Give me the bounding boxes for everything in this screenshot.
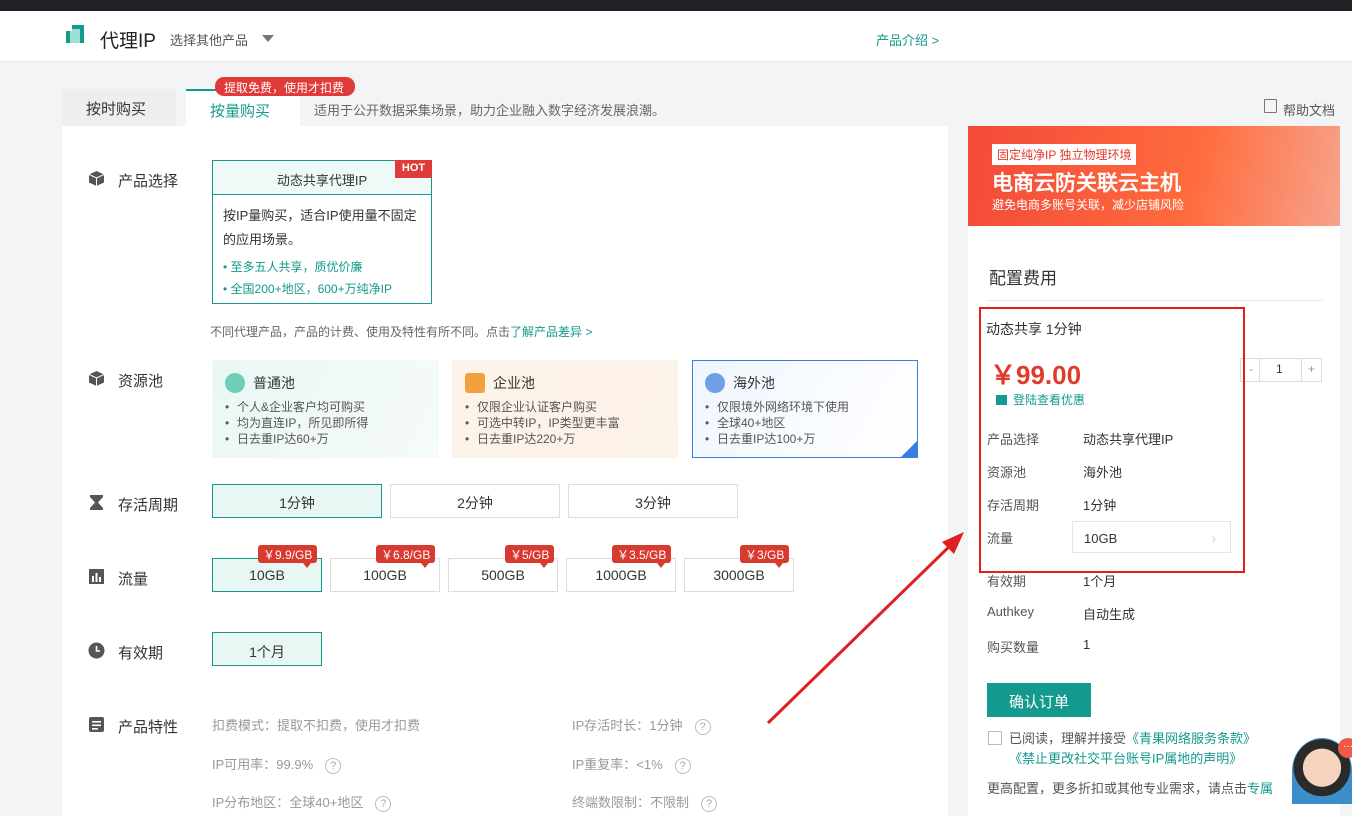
pool-card-normal[interactable]: 普通池 个人&企业客户均可购买 均为直连IP，所见即所得 日去重IP达60+万 [212,360,438,458]
divider [1301,359,1302,381]
hot-badge: HOT [395,160,432,178]
pool-normal-icon [225,373,245,393]
pool-enterprise-icon [465,373,485,393]
product-card-desc: 按IP量购买，适合IP使用量不固定的应用场景。 [223,208,417,247]
list-item: 全球40+地区 [705,415,905,431]
brand-title: 代理IP [100,31,156,52]
row-label-valid: 有效期 [118,645,164,662]
list-item: 日去重IP达60+万 [225,431,425,447]
feature-item: IP可用率：99.9%? [212,754,342,774]
help-question-icon[interactable]: ? [694,719,711,735]
pool-title: 海外池 [733,375,775,391]
row-label-features: 产品特性 [118,719,179,736]
product-difference-link[interactable]: 了解产品差异 > [510,325,592,339]
pool-title: 企业池 [493,375,535,391]
valid-option-1month[interactable]: 1个月 [212,632,322,666]
product-card-dynamic-shared[interactable]: 动态共享代理IP HOT 按IP量购买，适合IP使用量不固定的应用场景。 • 至… [212,160,432,304]
help-doc-link[interactable]: 帮助文档 [1283,100,1335,119]
help-question-icon[interactable]: ? [375,796,392,812]
config-value: 1 [1083,637,1091,652]
list-item: 日去重IP达220+万 [465,431,665,447]
hourglass-icon [90,495,103,510]
selected-check-icon [900,440,918,458]
window-top-bar [0,0,1352,11]
tab-time-purchase[interactable]: 按时购买 [62,89,176,126]
config-value: 1个月 [1083,574,1117,589]
list-item: 仅限企业认证客户购买 [465,399,665,415]
annotation-arrow [766,532,964,725]
decrement-button[interactable]: - [1249,362,1253,376]
survival-option-3min[interactable]: 3分钟 [568,484,738,518]
highlight-box [979,307,1245,573]
list-item: 仅限境外网络环境下使用 [705,399,905,415]
banner-subtitle: 避免电商多账号关联，减少店铺风险 [992,198,1185,212]
banner-title: 电商云防关联云主机 [992,172,1181,195]
row-label-flow: 流量 [118,571,149,588]
feature-item: IP分布地区：全球40+地区? [212,792,392,812]
tab-description: 适用于公开数据采集场景，助力企业融入数字经济发展浪潮。 [314,103,666,118]
bar-chart-icon [89,569,104,584]
list-item: 可选中转IP，IP类型更丰富 [465,415,665,431]
list-item: 均为直连IP，所见即所得 [225,415,425,431]
feature-item: IP重复率：<1%? [572,754,691,774]
feature-item: 扣费模式：提取不扣费，使用才扣费 [212,718,421,733]
flow-price-tag: ￥9.9/GB [258,545,318,568]
terms-link[interactable]: 《青果网络服务条款》 [1126,731,1256,746]
row-label-product: 产品选择 [118,173,179,190]
divider [987,300,1323,301]
document-icon[interactable] [1264,99,1277,113]
feature-item: IP存活时长：1分钟? [572,715,711,735]
increment-button[interactable]: + [1308,362,1315,376]
pool-card-enterprise[interactable]: 企业池 仅限企业认证客户购买 可选中转IP，IP类型更丰富 日去重IP达220+… [452,360,678,458]
help-question-icon[interactable]: ? [701,796,718,812]
help-question-icon[interactable]: ? [674,758,691,774]
flow-price-tag: ￥6.8/GB [376,545,436,568]
row-label-survival: 存活周期 [118,497,179,514]
row-label-pool: 资源池 [118,373,164,390]
config-value: 自动生成 [1083,607,1136,622]
list-item: 个人&企业客户均可购买 [225,399,425,415]
tab-badge: 提取免费，使用才扣费 [215,77,355,96]
banner-tag: 固定纯净IP 独立物理环境 [992,144,1137,165]
config-key: Authkey [987,604,1034,619]
box-icon [88,171,105,186]
chat-icon[interactable]: ··· [1338,738,1352,758]
quantity-stepper[interactable]: - 1 + [1240,358,1322,382]
pool-title: 普通池 [253,375,295,391]
chevron-down-icon[interactable] [262,35,274,42]
list-item: • 全国200+地区，600+万纯净IP [223,282,392,296]
config-title: 配置费用 [989,269,1057,288]
feature-item: 终端数限制：不限制? [572,792,718,812]
survival-option-1min[interactable]: 1分钟 [212,484,382,518]
pool-card-overseas[interactable]: 海外池 仅限境外网络环境下使用 全球40+地区 日去重IP达100+万 [692,360,918,458]
survival-option-2min[interactable]: 2分钟 [390,484,560,518]
product-select[interactable]: 选择其他产品 [170,30,248,49]
declaration-link[interactable]: 《禁止更改社交平台账号IP属地的声明》 [1009,751,1242,766]
product-intro-link[interactable]: 产品介绍 > [876,30,939,49]
agreement-text: 已阅读，理解并接受《青果网络服务条款》 《禁止更改社交平台账号IP属地的声明》 [1009,731,1257,766]
document-icon [89,717,104,732]
divider [1259,359,1260,381]
agree-checkbox[interactable] [988,731,1002,745]
pool-overseas-icon [705,373,725,393]
config-key: 购买数量 [987,640,1040,655]
flow-price-tag: ￥5/GB [505,545,555,568]
help-question-icon[interactable]: ? [325,758,342,774]
clock-icon [88,642,105,659]
product-difference-note: 不同代理产品，产品的计费、使用及特性有所不同。点击了解产品差异 > [210,325,593,339]
box-icon [88,371,105,386]
quantity-input[interactable]: 1 [1276,362,1283,376]
more-config-text: 更高配置，更多折扣或其他专业需求，请点击专属 [987,781,1274,796]
exclusive-link[interactable]: 专属 [1247,781,1273,796]
confirm-order-button[interactable]: 确认订单 [987,683,1091,717]
list-item: • 至多五人共享，质优价廉 [223,260,363,274]
config-key: 有效期 [987,574,1027,589]
logo-icon [66,25,84,43]
flow-price-tag: ￥3.5/GB [612,545,672,568]
list-item: 日去重IP达100+万 [705,431,905,447]
